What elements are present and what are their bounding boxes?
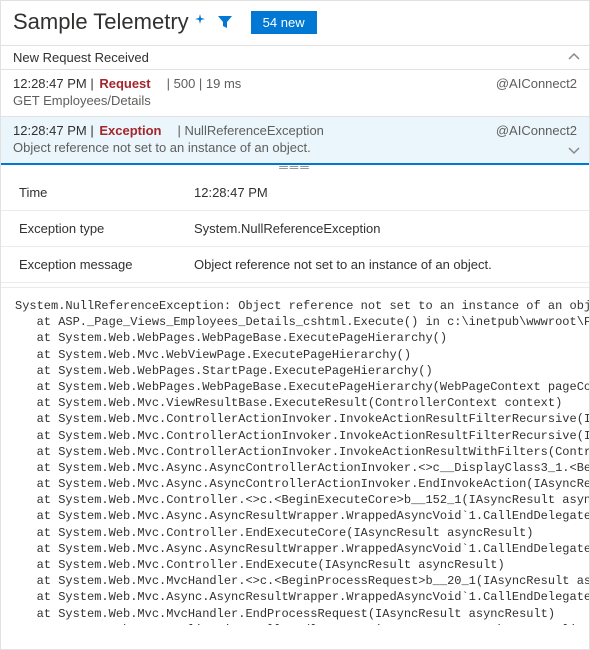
detail-row-exception-type: Exception type System.NullReferenceExcep…: [1, 211, 589, 247]
stack-trace-container[interactable]: System.NullReferenceException: Object re…: [1, 287, 589, 625]
entry-type: Request: [99, 76, 150, 91]
panel-header: Sample Telemetry 54 new: [1, 1, 589, 45]
chevron-up-icon[interactable]: [567, 50, 581, 64]
section-title: New Request Received: [13, 50, 149, 65]
entry-host: @AIConnect2: [496, 123, 577, 138]
list-section-header[interactable]: New Request Received: [1, 46, 589, 70]
detail-label: Exception message: [19, 257, 194, 272]
entry-header: 12:28:47 PM | Request | 500 | 19 ms @AIC…: [13, 76, 577, 91]
entry-time: 12:28:47 PM: [13, 76, 87, 91]
detail-panel: Time 12:28:47 PM Exception type System.N…: [1, 171, 589, 287]
list-item[interactable]: 12:28:47 PM | Request | 500 | 19 ms @AIC…: [1, 70, 589, 117]
detail-value: Object reference not set to an instance …: [194, 257, 571, 272]
new-count-badge[interactable]: 54 new: [251, 11, 317, 34]
page-title: Sample Telemetry: [13, 9, 189, 35]
filter-icon[interactable]: [217, 14, 233, 30]
detail-value: System.NullReferenceException: [194, 221, 571, 236]
detail-row-exception-message: Exception message Object reference not s…: [1, 247, 589, 283]
detail-label: Exception type: [19, 221, 194, 236]
entry-header: 12:28:47 PM | Exception | NullReferenceE…: [13, 123, 577, 138]
detail-value: 12:28:47 PM: [194, 185, 571, 200]
entry-type: Exception: [99, 123, 161, 138]
list-item[interactable]: 12:28:47 PM | Exception | NullReferenceE…: [1, 117, 589, 165]
entry-host: @AIConnect2: [496, 76, 577, 91]
entry-summary: | 500 | 19 ms: [167, 76, 242, 91]
entry-time: 12:28:47 PM: [13, 123, 87, 138]
chevron-down-icon[interactable]: [567, 143, 581, 157]
telemetry-list: New Request Received 12:28:47 PM | Reque…: [1, 45, 589, 165]
entry-detail: GET Employees/Details: [13, 93, 577, 108]
detail-row-time: Time 12:28:47 PM: [1, 175, 589, 211]
stack-trace: System.NullReferenceException: Object re…: [1, 288, 589, 625]
entry-detail: Object reference not set to an instance …: [13, 140, 577, 155]
entry-summary: | NullReferenceException: [177, 123, 323, 138]
sparkle-icon[interactable]: [195, 14, 211, 30]
detail-label: Time: [19, 185, 194, 200]
